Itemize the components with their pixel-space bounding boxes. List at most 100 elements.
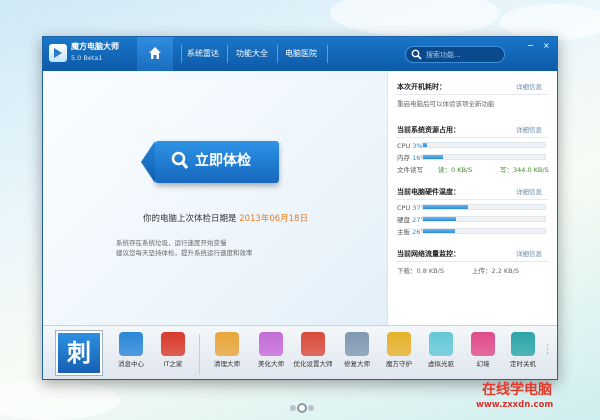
tool-button[interactable]: 清理大师: [207, 332, 247, 378]
page-indicator: [290, 403, 314, 413]
disc-icon: [429, 332, 453, 356]
tool-label: 魔方守护: [386, 360, 412, 368]
shield-icon: [387, 332, 411, 356]
boot-details-link[interactable]: 详细信息: [516, 82, 542, 92]
last-check-date: 2013年06月18日: [239, 214, 308, 224]
check-panel: 立即体检 你的电脑上次体检日期是 2013年06月18日 系统存在系统垃圾，运行…: [43, 71, 387, 325]
tool-label: 清理大师: [214, 360, 240, 368]
tool-bar: 刺 消息中心 IT之家 清理大师 美化大师 优化设置大师 修复大师 魔方守护 虚拟光驱 幻境 定时…: [43, 325, 557, 379]
nav-separator: [181, 45, 182, 63]
tab-system-radar[interactable]: 系统雷达: [187, 48, 219, 60]
broom-icon: [215, 332, 239, 356]
app-version: 5.0 Beta1: [71, 54, 103, 62]
temperature-title: 当前电脑硬件温度：: [397, 188, 460, 196]
search-box: [405, 46, 505, 63]
cpu-temp-fill: [423, 205, 469, 209]
memory-usage-fill: [423, 155, 443, 159]
tip-line: 建议您每天坚持体检，提升系统运行速度和效率: [116, 249, 253, 257]
tool-button[interactable]: 定时关机: [503, 332, 543, 378]
resource-details-link[interactable]: 详细信息: [516, 125, 542, 135]
check-now-label: 立即体检: [195, 153, 251, 169]
app-logo-icon: [49, 44, 67, 62]
divider: [396, 94, 548, 95]
tool-button[interactable]: 消息中心: [111, 332, 151, 378]
tab-all-functions[interactable]: 功能大全: [236, 48, 268, 60]
board-temp-bar: [422, 228, 546, 234]
tool-label: 虚拟光驱: [428, 360, 454, 368]
cpu-temp-bar: [422, 204, 546, 210]
toolbar-separator: [199, 334, 200, 374]
wrench-icon: [345, 332, 369, 356]
tip-line: 系统存在系统垃圾，运行速度开始变慢: [116, 239, 227, 247]
toolbar-more-icon[interactable]: · · ·: [546, 342, 552, 359]
tool-button[interactable]: 幻境: [463, 332, 503, 378]
tool-label: 定时关机: [510, 360, 536, 368]
background-cloud: [0, 380, 120, 420]
file-read-rate: 读：0 KB/S: [438, 166, 473, 174]
check-now-button[interactable]: 立即体检: [155, 141, 279, 183]
disk-temp-bar: [422, 216, 546, 222]
cpu-usage-label: CPU 3%: [397, 142, 423, 150]
tab-pc-hospital[interactable]: 电脑医院: [285, 48, 317, 60]
close-button[interactable]: ×: [543, 41, 550, 51]
home-icon: [149, 47, 161, 59]
disk-temp-fill: [423, 217, 456, 221]
cpu-usage-fill: [423, 143, 427, 147]
network-details-link[interactable]: 详细信息: [516, 249, 542, 259]
balloon-icon: [471, 332, 495, 356]
status-sidebar: 本次开机耗时： 详细信息 重启电脑后可以体验该项全新功能 当前系统资源占用： 详…: [387, 71, 557, 325]
message-center-icon: [119, 332, 143, 356]
app-window: 魔方电脑大师 5.0 Beta1 系统雷达 功能大全 电脑医院 − ×: [42, 36, 558, 380]
minimize-button[interactable]: −: [527, 41, 534, 51]
divider: [396, 199, 548, 200]
featured-app-tile[interactable]: 刺: [55, 330, 103, 376]
last-check-text: 你的电脑上次体检日期是 2013年06月18日: [143, 213, 308, 225]
app-name: 魔方电脑大师: [71, 42, 119, 51]
page-dot-active[interactable]: [297, 403, 307, 413]
tool-button[interactable]: 虚拟光驱: [421, 332, 461, 378]
featured-app-icon: 刺: [58, 333, 100, 373]
tool-button[interactable]: 优化设置大师: [293, 332, 333, 378]
power-icon: [511, 332, 535, 356]
temperature-details-link[interactable]: 详细信息: [516, 187, 542, 197]
divider: [396, 261, 548, 262]
tool-button[interactable]: 魔方守护: [379, 332, 419, 378]
last-check-prefix: 你的电脑上次体检日期是: [143, 214, 240, 224]
page-dot[interactable]: [290, 405, 296, 411]
boot-time-title: 本次开机耗时：: [397, 83, 446, 91]
boot-time-text: 重启电脑后可以体验该项全新功能: [397, 100, 495, 108]
nav-separator: [327, 45, 328, 63]
brush-icon: [259, 332, 283, 356]
watermark-title: 在线学电脑: [482, 382, 552, 398]
search-icon[interactable]: [411, 49, 422, 60]
home-tab[interactable]: [137, 37, 173, 71]
tool-label: 消息中心: [118, 360, 144, 368]
tool-button[interactable]: IT之家: [153, 332, 193, 378]
it-home-icon: [161, 332, 185, 356]
network-title: 当前网络流量监控：: [397, 250, 460, 258]
tool-label: 优化设置大师: [293, 360, 333, 368]
nav-separator: [227, 45, 228, 63]
background-cloud: [330, 0, 500, 36]
file-io-label: 文件读写: [397, 166, 423, 174]
tool-label: 修复大师: [344, 360, 370, 368]
nav-separator: [277, 45, 278, 63]
magnifier-icon: [171, 151, 189, 169]
memory-usage-bar: [422, 154, 546, 160]
page-dot[interactable]: [308, 405, 314, 411]
title-bar: 魔方电脑大师 5.0 Beta1 系统雷达 功能大全 电脑医院 − ×: [43, 37, 557, 71]
download-rate: 下载：0.8 KB/S: [397, 267, 444, 275]
resource-title: 当前系统资源占用：: [397, 126, 460, 134]
file-write-rate: 写：344.0 KB/S: [500, 166, 549, 174]
search-input[interactable]: [426, 48, 502, 61]
tool-button[interactable]: 修复大师: [337, 332, 377, 378]
divider: [396, 137, 548, 138]
cpu-usage-bar: [422, 142, 546, 148]
board-temp-fill: [423, 229, 455, 233]
background-cloud: [500, 4, 600, 40]
tool-button[interactable]: 美化大师: [251, 332, 291, 378]
upload-rate: 上传：2.2 KB/S: [472, 267, 519, 275]
rocket-icon: [301, 332, 325, 356]
tool-label: IT之家: [163, 360, 183, 368]
tool-label: 美化大师: [258, 360, 284, 368]
